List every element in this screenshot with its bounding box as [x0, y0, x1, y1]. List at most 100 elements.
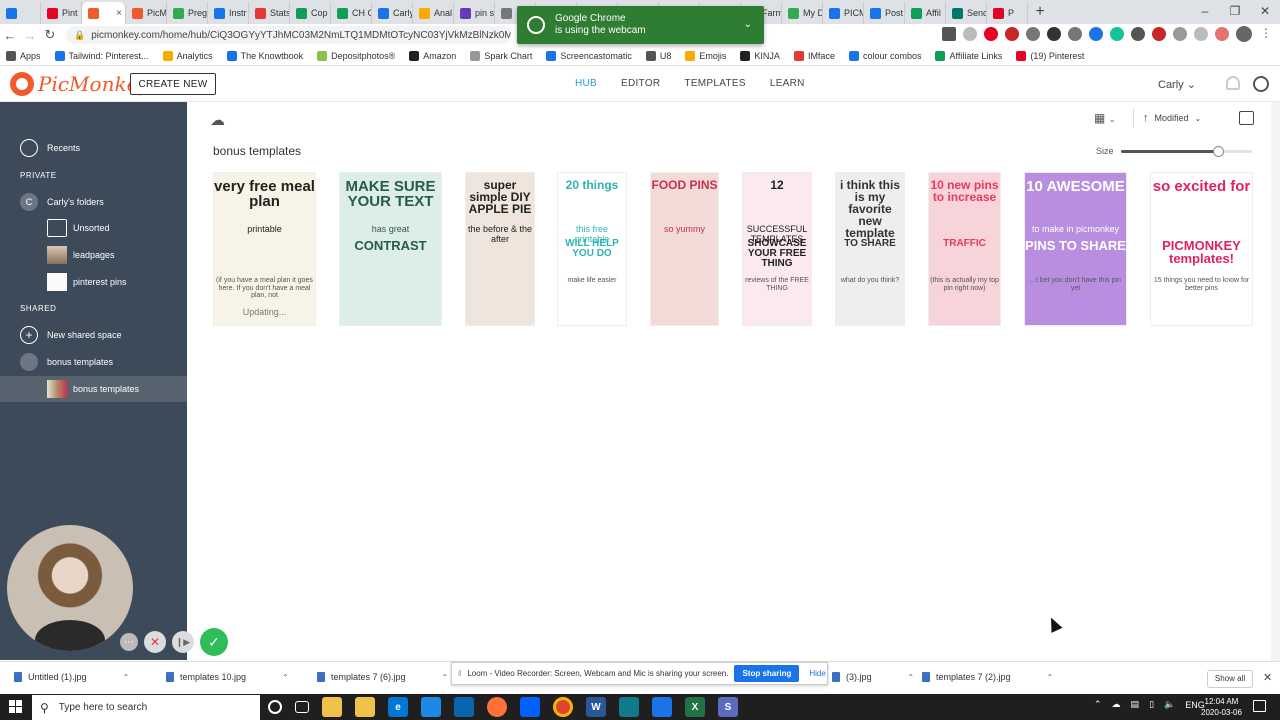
profile-avatar-icon[interactable]: [1236, 26, 1252, 42]
template-card[interactable]: 10 new pins to increase TRAFFIC (this is a…: [928, 172, 1001, 326]
browser-tab[interactable]: Pint: [41, 2, 82, 24]
download-item[interactable]: templates 7 (6).jpg ⌃: [317, 672, 448, 682]
upload-cloud-icon[interactable]: ☁: [210, 111, 225, 129]
bookmark-item[interactable]: IMface: [793, 50, 835, 61]
taskbar-search-input[interactable]: ⚲ Type here to search: [32, 695, 260, 720]
template-card[interactable]: 12 SUCCESSFUL TEMPLATES SHOWCASE YOUR FREE…: [742, 172, 812, 326]
sort-dropdown[interactable]: ↑ Modified ⌄: [1143, 112, 1201, 124]
grid-view-toggle[interactable]: ▦ ⌄: [1094, 111, 1116, 125]
nav-templates[interactable]: TEMPLATES: [684, 78, 745, 89]
browser-tab[interactable]: [0, 2, 41, 24]
template-card[interactable]: 10 AWESOME to make in picmonkey PINS TO SH…: [1024, 172, 1127, 326]
browser-tab[interactable]: Stats: [249, 2, 290, 24]
bookmark-item[interactable]: Apps: [6, 50, 41, 61]
nav-learn[interactable]: LEARN: [770, 78, 805, 89]
bookmark-item[interactable]: U8: [645, 50, 671, 61]
bookmark-item[interactable]: (19) Pinterest: [1016, 50, 1084, 61]
extension-icon[interactable]: [1215, 27, 1229, 41]
extension-icon[interactable]: [1089, 27, 1103, 41]
bookmark-item[interactable]: KINJA: [740, 50, 780, 61]
download-item[interactable]: templates 7 (2).jpg ⌃: [922, 672, 1053, 682]
template-card[interactable]: FOOD PINS so yummy: [650, 172, 719, 326]
user-menu[interactable]: Carly ⌄: [1158, 78, 1196, 91]
download-item[interactable]: templates 10.jpg ⌃: [166, 672, 289, 682]
network-icon[interactable]: ▤: [1131, 699, 1140, 710]
cortana-icon[interactable]: [268, 700, 282, 714]
cloud-icon[interactable]: ☁: [1112, 699, 1121, 710]
camera-icon[interactable]: [942, 27, 956, 41]
bookmark-item[interactable]: Amazon: [409, 50, 456, 61]
app-icon[interactable]: [652, 697, 672, 717]
nav-editor[interactable]: EDITOR: [621, 78, 660, 89]
chevron-up-icon[interactable]: ⌃: [908, 673, 915, 682]
sidebar-item-new-shared-space[interactable]: + New shared space: [0, 322, 187, 348]
pinterest-extension-icon[interactable]: [984, 27, 998, 41]
browser-tab[interactable]: pin s: [454, 2, 495, 24]
extension-icon[interactable]: [1152, 27, 1166, 41]
browser-tab[interactable]: Cop: [290, 2, 331, 24]
template-card[interactable]: very free meal plan printable (if you have…: [213, 172, 316, 326]
maximize-icon[interactable]: ❐: [1220, 0, 1250, 24]
app-icon[interactable]: S: [718, 697, 738, 717]
sidebar-item-recents[interactable]: Recents: [0, 135, 187, 161]
hide-button[interactable]: Hide: [809, 669, 825, 678]
sidebar-item-bonus-templates[interactable]: bonus templates: [0, 376, 187, 402]
bookmark-item[interactable]: Emojis: [685, 50, 726, 61]
template-card[interactable]: 20 things this free printable WILL HELP YO…: [557, 172, 627, 326]
chrome-icon[interactable]: [553, 697, 573, 717]
cancel-recording-icon[interactable]: ✕: [144, 631, 166, 653]
url-input[interactable]: 🔒 picmonkey.com/home/hub/CiQ3OGYyYTJhMC0…: [66, 26, 511, 44]
sidebar-item-shared-space[interactable]: bonus templates: [0, 349, 187, 375]
bookmark-item[interactable]: Screencastomatic: [546, 50, 632, 61]
scrollbar[interactable]: [1271, 102, 1280, 661]
bell-icon[interactable]: [1226, 76, 1240, 90]
pause-icon[interactable]: ❙▶: [172, 631, 194, 653]
dropbox-icon[interactable]: [520, 697, 540, 717]
extension-icon[interactable]: [1047, 27, 1061, 41]
sidebar-item-leadpages[interactable]: leadpages: [0, 242, 187, 268]
template-card[interactable]: MAKE SURE YOUR TEXT has great CONTRAST: [339, 172, 442, 326]
back-icon[interactable]: ←: [0, 28, 20, 43]
grammarly-icon[interactable]: [1110, 27, 1124, 41]
minimize-icon[interactable]: –: [1190, 0, 1220, 24]
extension-icon[interactable]: [1194, 27, 1208, 41]
reload-icon[interactable]: ↻: [40, 27, 60, 43]
store-icon[interactable]: [355, 697, 375, 717]
chevron-up-icon[interactable]: ⌃: [282, 673, 289, 682]
extension-icon[interactable]: [1131, 27, 1145, 41]
browser-tab[interactable]: Send: [946, 2, 987, 24]
browser-tab[interactable]: Anal: [413, 2, 454, 24]
forward-icon[interactable]: →: [20, 28, 40, 43]
chevron-up-icon[interactable]: ⌃: [442, 673, 449, 682]
create-new-button[interactable]: CREATE NEW: [130, 73, 216, 95]
file-explorer-icon[interactable]: [322, 697, 342, 717]
chevron-up-icon[interactable]: ⌃: [1094, 699, 1102, 710]
bookmark-item[interactable]: colour combos: [848, 50, 921, 61]
tab-close-icon[interactable]: ×: [116, 8, 122, 19]
windows-start-icon[interactable]: [9, 700, 23, 714]
extension-icon[interactable]: [1005, 27, 1019, 41]
download-item[interactable]: (3).jpg ⌃: [832, 672, 914, 682]
app-icon[interactable]: [421, 697, 441, 717]
details-panel-icon[interactable]: [1239, 111, 1254, 125]
size-slider[interactable]: [1121, 146, 1252, 157]
extension-icon[interactable]: [1173, 27, 1187, 41]
task-view-icon[interactable]: [295, 701, 309, 713]
browser-tab[interactable]: PicM: [126, 2, 167, 24]
close-icon[interactable]: ✕: [1263, 671, 1272, 684]
chevron-up-icon[interactable]: ⌃: [123, 673, 130, 682]
word-icon[interactable]: W: [586, 697, 606, 717]
bookmark-item[interactable]: Spark Chart: [470, 50, 532, 61]
bookmark-item[interactable]: The Knowtbook: [226, 50, 303, 61]
battery-icon[interactable]: ▯: [1149, 699, 1154, 710]
browser-tab[interactable]: Post: [864, 2, 905, 24]
sidebar-item-carlys-folders[interactable]: C Carly's folders: [0, 189, 187, 215]
webcam-preview[interactable]: [7, 525, 133, 651]
browser-tab[interactable]: My D: [782, 2, 823, 24]
app-icon[interactable]: [619, 697, 639, 717]
browser-tab[interactable]: Instr: [208, 2, 249, 24]
bookmark-item[interactable]: Analytics: [162, 50, 213, 61]
show-all-downloads-button[interactable]: Show all: [1207, 670, 1253, 688]
new-tab-icon[interactable]: +: [1028, 3, 1052, 21]
taskbar-clock[interactable]: 12:04 AM 2020-03-06: [1201, 696, 1242, 718]
